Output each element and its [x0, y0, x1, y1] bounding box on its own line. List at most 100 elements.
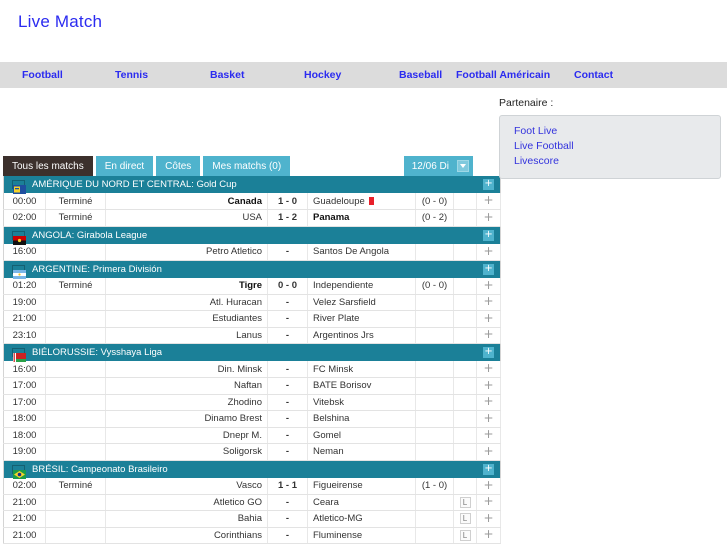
league-name: ANGOLA: Girabola League	[32, 229, 148, 241]
table-row[interactable]: 16:00 Petro Atletico - Santos De Angola +	[3, 243, 502, 261]
table-row[interactable]: 21:00 Estudiantes - River Plate +	[3, 310, 502, 328]
tab-0[interactable]: Tous les matchs	[3, 156, 93, 176]
lineup-cell	[453, 209, 477, 227]
nav-football[interactable]: Football	[22, 69, 115, 81]
league-header-row[interactable]: BRÉSIL: Campeonato Brasileiro +	[3, 460, 501, 479]
add-match-plus-icon[interactable]: +	[483, 445, 495, 458]
date-selector[interactable]: 12/06 Di	[403, 156, 473, 176]
add-match-plus-icon[interactable]: +	[483, 512, 495, 525]
league-header-row[interactable]: ANGOLA: Girabola League +	[3, 226, 501, 245]
match-score: -	[267, 243, 308, 261]
league-name: ARGENTINE: Primera División	[32, 263, 162, 275]
away-team: Guadeloupe	[307, 193, 416, 210]
away-team: Vitebsk	[307, 394, 416, 411]
away-team: Belshina	[307, 410, 416, 428]
add-match-plus-icon[interactable]: +	[483, 328, 495, 341]
halftime-score	[415, 310, 454, 328]
table-row[interactable]: 18:00 Dinamo Brest - Belshina +	[3, 410, 502, 428]
partner-link-0[interactable]: Foot Live	[514, 124, 720, 139]
add-match-cell: +	[476, 310, 502, 328]
partner-box: Foot Live Live Football Livescore	[499, 115, 721, 179]
table-row[interactable]: 00:00 Terminé Canada 1 - 0 Guadeloupe (0 - 0)…	[3, 193, 502, 210]
add-match-plus-icon[interactable]: +	[483, 479, 495, 492]
add-match-plus-icon[interactable]: +	[483, 528, 495, 541]
league-header-row[interactable]: AMÉRIQUE DU NORD ET CENTRAL: Gold Cup +	[3, 176, 501, 194]
partner-link-2[interactable]: Livescore	[514, 154, 720, 169]
league-expand-plus-icon[interactable]: +	[483, 463, 495, 475]
tab-2[interactable]: Côtes	[156, 156, 201, 176]
nav-basket[interactable]: Basket	[210, 69, 304, 81]
away-team: Fluminense	[307, 527, 416, 544]
league-expand-plus-icon[interactable]: +	[483, 347, 495, 358]
nav-tennis[interactable]: Tennis	[115, 69, 210, 81]
away-team: Independiente	[307, 277, 416, 295]
halftime-score	[415, 294, 454, 311]
match-time: 21:00	[3, 510, 46, 528]
add-match-plus-icon[interactable]: +	[483, 312, 495, 325]
match-time: 21:00	[3, 310, 46, 328]
match-toolbar: Tous les matchs En direct Côtes Mes matchs …	[3, 156, 473, 176]
table-row[interactable]: 23:10 Lanus - Argentinos Jrs +	[3, 327, 502, 344]
league-header-row[interactable]: BIÉLORUSSIE: Vysshaya Liga +	[3, 343, 501, 362]
away-team: Panama	[307, 209, 416, 227]
league-header-row[interactable]: ARGENTINE: Primera División +	[3, 260, 501, 279]
match-status	[45, 361, 106, 378]
add-match-cell: +	[476, 361, 502, 378]
match-score: 0 - 0	[267, 277, 308, 295]
table-row[interactable]: 21:00 Atletico GO - Ceara L +	[3, 494, 502, 511]
chevron-down-icon[interactable]	[457, 160, 469, 172]
table-row[interactable]: 21:00 Corinthians - Fluminense L +	[3, 527, 502, 544]
nav-football-americain[interactable]: Football Américain	[456, 69, 574, 81]
nav-contact[interactable]: Contact	[574, 69, 613, 81]
lineup-cell	[453, 243, 477, 261]
lineup-badge[interactable]: L	[459, 513, 471, 525]
add-match-plus-icon[interactable]: +	[483, 428, 495, 441]
league-expand-plus-icon[interactable]: +	[483, 179, 495, 190]
table-row[interactable]: 19:00 Atl. Huracan - Velez Sarsfield +	[3, 294, 502, 311]
lineup-badge[interactable]: L	[459, 529, 471, 541]
add-match-plus-icon[interactable]: +	[483, 279, 495, 292]
table-row[interactable]: 18:00 Dnepr M. - Gomel +	[3, 427, 502, 444]
add-match-cell: +	[476, 527, 502, 544]
halftime-score: (0 - 0)	[415, 277, 454, 295]
tab-1[interactable]: En direct	[95, 156, 154, 176]
add-match-plus-icon[interactable]: +	[483, 245, 495, 258]
nav-hockey[interactable]: Hockey	[304, 69, 399, 81]
home-team: Tigre	[105, 277, 268, 295]
add-match-plus-icon[interactable]: +	[483, 362, 495, 375]
add-match-plus-icon[interactable]: +	[483, 295, 495, 308]
table-row[interactable]: 17:00 Naftan - BATE Borisov +	[3, 377, 502, 395]
league-expand-plus-icon[interactable]: +	[483, 263, 495, 275]
partner-link-1[interactable]: Live Football	[514, 139, 720, 154]
table-row[interactable]: 19:00 Soligorsk - Neman +	[3, 443, 502, 461]
league-expand-plus-icon[interactable]: +	[483, 229, 495, 241]
nav-baseball[interactable]: Baseball	[399, 69, 456, 81]
table-row[interactable]: 02:00 Terminé USA 1 - 2 Panama (0 - 2) +	[3, 209, 502, 227]
lineup-badge[interactable]: L	[459, 496, 471, 508]
match-time: 18:00	[3, 427, 46, 444]
add-match-plus-icon[interactable]: +	[483, 412, 495, 425]
add-match-plus-icon[interactable]: +	[483, 194, 495, 207]
match-score: -	[267, 377, 308, 395]
table-row[interactable]: 01:20 Terminé Tigre 0 - 0 Independiente (0 - …	[3, 277, 502, 295]
home-team: Petro Atletico	[105, 243, 268, 261]
lineup-cell	[453, 377, 477, 395]
table-row[interactable]: 16:00 Din. Minsk - FC Minsk +	[3, 361, 502, 378]
table-row[interactable]: 02:00 Terminé Vasco 1 - 1 Figueirense (1 - 0)…	[3, 477, 502, 495]
match-status	[45, 327, 106, 344]
add-match-plus-icon[interactable]: +	[483, 211, 495, 224]
add-match-plus-icon[interactable]: +	[483, 495, 495, 508]
table-row[interactable]: 21:00 Bahia - Atletico-MG L +	[3, 510, 502, 528]
add-match-cell: +	[476, 193, 502, 210]
match-score: -	[267, 294, 308, 311]
halftime-score	[415, 410, 454, 428]
add-match-plus-icon[interactable]: +	[483, 379, 495, 392]
table-row[interactable]: 17:00 Zhodino - Vitebsk +	[3, 394, 502, 411]
league-header-cell: ANGOLA: Girabola League +	[3, 226, 501, 245]
add-match-plus-icon[interactable]: +	[483, 395, 495, 408]
tab-3[interactable]: Mes matchs (0)	[203, 156, 291, 176]
lineup-cell: L	[453, 510, 477, 528]
home-team: Lanus	[105, 327, 268, 344]
date-selector-label: 12/06 Di	[411, 160, 449, 172]
